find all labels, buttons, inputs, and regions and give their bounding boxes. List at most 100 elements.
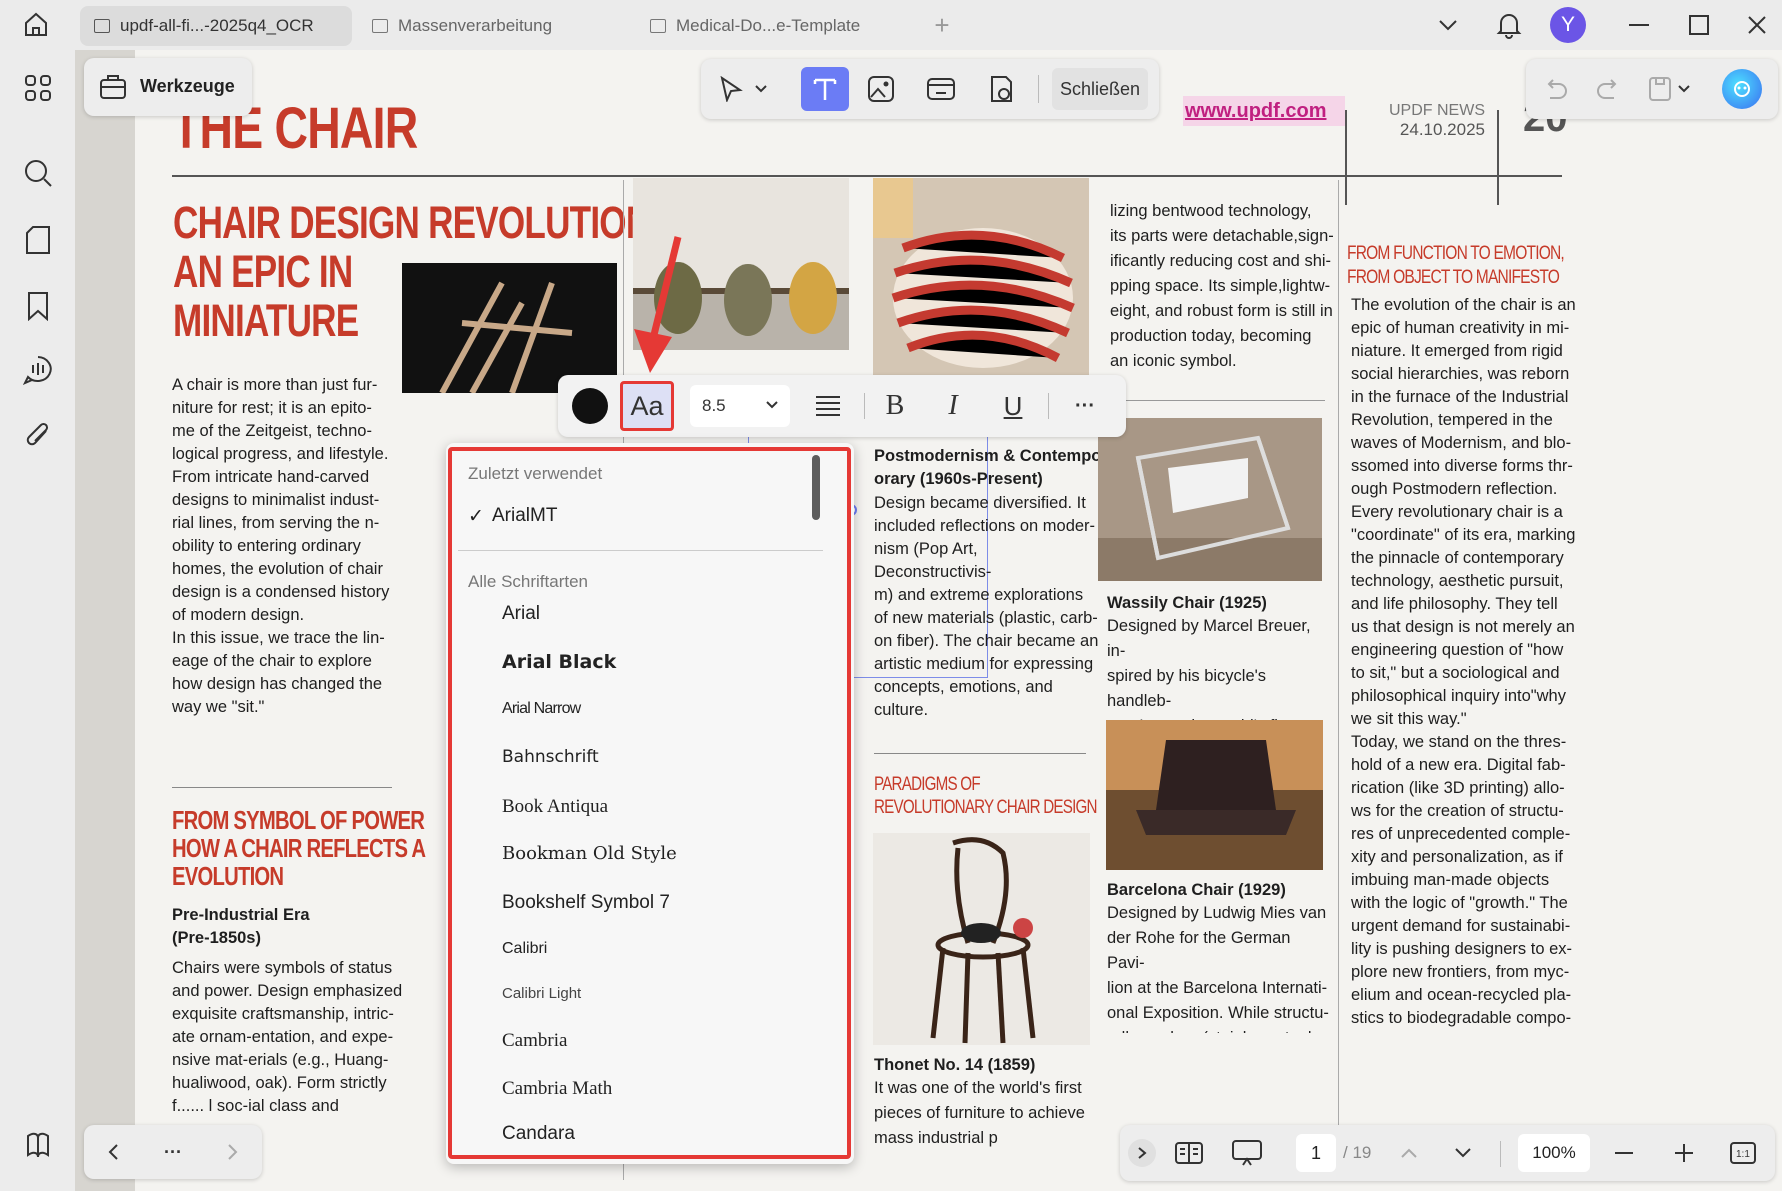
text-line: pieces of furniture to achieve <box>874 1104 1085 1122</box>
headline-line: EVOLUTION <box>172 861 284 891</box>
font-family-button[interactable]: Aa <box>620 381 674 431</box>
presentation-icon[interactable] <box>1230 1137 1264 1169</box>
more-options-icon[interactable]: ··· <box>1068 391 1102 421</box>
title-line: orary (1960s-Present) <box>874 470 1043 488</box>
font-option[interactable]: Arial <box>502 603 540 625</box>
search-icon[interactable] <box>20 155 56 191</box>
tab-document-ocr[interactable]: updf-all-fi...-2025q4_OCR <box>80 6 352 46</box>
zoom-level[interactable]: 100% <box>1518 1134 1590 1172</box>
text-line: niture for rest; it is an epito- <box>172 399 372 417</box>
zoom-out-icon[interactable] <box>1610 1139 1638 1167</box>
tabs-overflow-chevron-icon[interactable] <box>1433 10 1463 40</box>
era-title: Pre-Industrial Era (Pre-1850s) <box>172 904 310 950</box>
edit-image-icon[interactable] <box>865 73 897 105</box>
font-option-recent[interactable]: ArialMT <box>492 505 557 527</box>
actual-size-icon[interactable]: 1:1 <box>1728 1138 1758 1168</box>
photo-wooden-chair <box>402 263 617 393</box>
text-line: exquisite craftsmanship, intric- <box>172 1005 394 1023</box>
font-option[interactable]: Book Antiqua <box>502 796 608 818</box>
era-title-line: Pre-Industrial Era <box>172 906 310 924</box>
section-rule <box>1110 400 1325 401</box>
pages-icon[interactable] <box>20 222 56 258</box>
font-option[interactable]: Bookshelf Symbol 7 <box>502 892 670 914</box>
bookmark-icon[interactable] <box>20 288 56 324</box>
dropdown-scrollbar[interactable] <box>812 455 820 520</box>
align-icon[interactable] <box>814 392 842 420</box>
attachment-icon[interactable] <box>20 418 56 454</box>
page-layout-icon[interactable] <box>1172 1137 1206 1169</box>
select-cursor-icon[interactable] <box>715 73 747 105</box>
font-option[interactable]: Cambria Math <box>502 1078 612 1100</box>
top-right-toolbar <box>1526 59 1778 119</box>
uninstall-sidebar-icon[interactable] <box>20 1127 56 1163</box>
text-line: designs to minimalist indust- <box>172 491 380 509</box>
thonet-paragraph: It was one of the world's first pieces of… <box>874 1076 1089 1156</box>
forward-icon[interactable] <box>218 1137 248 1167</box>
font-option[interactable]: Candara <box>502 1123 575 1145</box>
headline-line: FROM SYMBOL OF POWER <box>172 805 425 835</box>
previous-page-icon[interactable] <box>1395 1139 1423 1167</box>
more-icon[interactable]: ··· <box>158 1137 188 1167</box>
tab-medical-template[interactable]: Medical-Do...e-Template <box>636 6 906 46</box>
new-tab-button[interactable]: + <box>927 10 957 40</box>
collapse-toolbar-icon[interactable] <box>1128 1139 1156 1167</box>
next-page-icon[interactable] <box>1449 1139 1477 1167</box>
text-line: stics to biodegradable compo- <box>1351 1009 1572 1027</box>
watermark-icon[interactable] <box>985 73 1017 105</box>
comment-icon[interactable] <box>20 352 56 388</box>
font-option[interactable]: Calibri Light <box>502 985 581 1002</box>
italic-icon[interactable]: I <box>936 389 970 423</box>
news-label: UPDF NEWS <box>1389 102 1485 119</box>
chevron-down-icon[interactable] <box>753 81 769 97</box>
zoom-in-icon[interactable] <box>1670 1139 1698 1167</box>
tab-batch-processing[interactable]: Massenverarbeitung <box>358 6 628 46</box>
toolbox-icon <box>98 71 128 101</box>
bold-icon[interactable]: B <box>878 389 912 423</box>
font-option[interactable]: Bookman Old Style <box>502 843 677 864</box>
text-line: urgent demand for sustainabi- <box>1351 917 1571 935</box>
section-rule <box>172 787 392 788</box>
document-viewport[interactable]: THE CHAIR www.updf.com UPDF NEWS 24.10.2… <box>75 50 1782 1191</box>
text-line: ssomed into diverse forms thr- <box>1351 457 1573 475</box>
thumbnails-grid-icon[interactable] <box>20 70 56 106</box>
text-color-swatch[interactable] <box>572 388 608 424</box>
home-icon[interactable] <box>18 6 54 42</box>
tools-button[interactable]: Werkzeuge <box>84 58 252 116</box>
text-line: eage of the chair to explore <box>172 652 372 670</box>
edit-link-icon[interactable] <box>925 73 957 105</box>
font-option[interactable]: Arial Narrow <box>502 700 581 718</box>
text-line: The evolution of the chair is an <box>1351 296 1576 314</box>
text-line: Revolution, tempered in the <box>1351 411 1553 429</box>
headline-line: REVOLUTIONARY CHAIR DESIGN <box>874 797 1098 818</box>
text-format-toolbar: Aa 8.5 B I U ··· <box>558 375 1126 437</box>
website-link[interactable]: www.updf.com <box>1183 96 1345 126</box>
user-avatar[interactable]: Y <box>1550 7 1586 43</box>
notification-bell-icon[interactable] <box>1494 10 1524 40</box>
text-line: way we "sit." <box>172 698 265 716</box>
font-option[interactable]: Cambria <box>502 1030 567 1052</box>
text-line: design is a condensed history <box>172 583 390 601</box>
text-line: rally modern (stainless steel cr- <box>1107 1026 1332 1033</box>
edit-toolbar: Schließen <box>701 59 1159 119</box>
close-edit-button[interactable]: Schließen <box>1052 68 1148 110</box>
font-size-select[interactable]: 8.5 <box>690 385 790 427</box>
font-option[interactable]: Calibri <box>502 940 547 958</box>
edit-text-icon[interactable] <box>801 67 849 111</box>
undo-icon[interactable] <box>1540 73 1572 105</box>
minimize-window-icon[interactable] <box>1624 10 1654 40</box>
chevron-down-icon[interactable] <box>1676 81 1692 97</box>
close-window-icon[interactable] <box>1742 10 1772 40</box>
text-line: onal Exposition. While structu- <box>1107 1004 1329 1022</box>
font-option[interactable]: Arial Black <box>502 651 616 673</box>
underline-icon[interactable]: U <box>996 389 1030 423</box>
ai-assistant-icon[interactable] <box>1722 69 1762 109</box>
barcelona-title: Barcelona Chair (1929) <box>1107 881 1286 899</box>
maximize-window-icon[interactable] <box>1684 10 1714 40</box>
font-option[interactable]: Bahnschrift <box>502 747 599 767</box>
font-family-dropdown[interactable]: Zuletzt verwendet ✓ ArialMT Alle Schrift… <box>446 443 854 1164</box>
text-line: included reflections on moder- <box>874 517 1096 535</box>
back-icon[interactable] <box>98 1137 128 1167</box>
redo-icon[interactable] <box>1592 73 1624 105</box>
save-icon[interactable] <box>1644 73 1676 105</box>
page-number-input[interactable]: 1 <box>1296 1134 1336 1172</box>
